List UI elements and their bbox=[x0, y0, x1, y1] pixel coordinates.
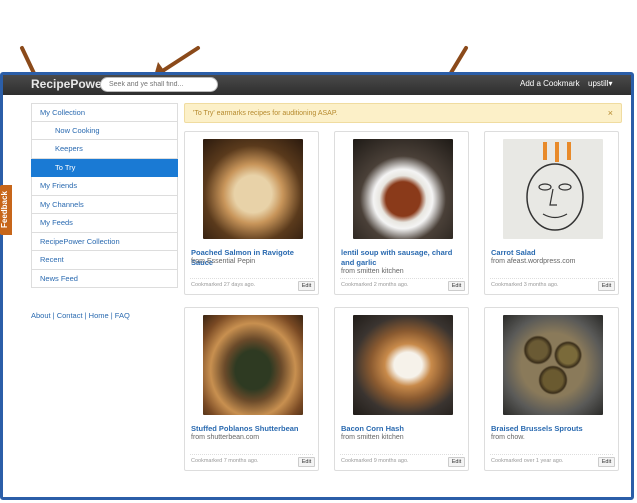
user-menu[interactable]: upstill▾ bbox=[588, 79, 612, 88]
sidebar-item-recent[interactable]: Recent bbox=[31, 251, 178, 270]
recipe-thumbnail[interactable] bbox=[353, 315, 453, 415]
feedback-tab[interactable]: Feedback bbox=[0, 185, 12, 235]
recipe-thumbnail[interactable] bbox=[203, 315, 303, 415]
divider bbox=[190, 278, 313, 279]
recipe-title[interactable]: Carrot Salad bbox=[491, 248, 616, 258]
recipe-card[interactable]: Bacon Corn Hash from smitten kitchen Coo… bbox=[334, 307, 469, 471]
close-icon[interactable]: × bbox=[608, 108, 613, 118]
cookmark-date: Cookmarked 2 months ago. bbox=[341, 282, 409, 288]
info-alert: 'To Try' earmarks recipes for auditionin… bbox=[184, 103, 622, 123]
sidebar-item-recipepower-collection[interactable]: RecipePower Collection bbox=[31, 232, 178, 251]
add-cookmark-link[interactable]: Add a Cookmark bbox=[520, 79, 580, 88]
cookmark-date: Cookmarked 27 days ago. bbox=[191, 282, 256, 288]
alert-text: 'To Try' earmarks recipes for auditionin… bbox=[193, 110, 338, 117]
recipe-source: from afeast.wordpress.com bbox=[491, 258, 576, 265]
user-menu-label: upstill bbox=[588, 79, 609, 88]
cookmark-date: Cookmarked 3 months ago. bbox=[491, 282, 559, 288]
edit-button[interactable]: Edit bbox=[448, 281, 465, 291]
divider bbox=[490, 278, 613, 279]
edit-button[interactable]: Edit bbox=[598, 457, 615, 467]
recipe-thumbnail[interactable] bbox=[503, 315, 603, 415]
cookmark-date: Cookmarked 9 months ago. bbox=[341, 458, 409, 464]
top-navbar: RecipePower Add a Cookmark upstill▾ bbox=[3, 75, 631, 95]
edit-button[interactable]: Edit bbox=[298, 281, 315, 291]
edit-button[interactable]: Edit bbox=[598, 281, 615, 291]
recipe-card[interactable]: Poached Salmon in Ravigote Sauce from Es… bbox=[184, 131, 319, 295]
recipe-thumbnail[interactable] bbox=[353, 139, 453, 239]
recipe-thumbnail[interactable] bbox=[203, 139, 303, 239]
recipe-thumbnail[interactable] bbox=[503, 139, 603, 239]
chevron-down-icon: ▾ bbox=[608, 79, 613, 88]
sidebar-item-news-feed[interactable]: News Feed bbox=[31, 269, 178, 288]
divider bbox=[340, 454, 463, 455]
recipe-card[interactable]: Stuffed Poblanos Shutterbean from shutte… bbox=[184, 307, 319, 471]
sidebar-item-now-cooking[interactable]: Now Cooking bbox=[31, 121, 178, 140]
sidebar-item-my-channels[interactable]: My Channels bbox=[31, 195, 178, 214]
divider bbox=[190, 454, 313, 455]
edit-button[interactable]: Edit bbox=[298, 457, 315, 467]
divider bbox=[490, 454, 613, 455]
brand-logo[interactable]: RecipePower bbox=[31, 77, 106, 91]
edit-button[interactable]: Edit bbox=[448, 457, 465, 467]
footer-links[interactable]: About | Contact | Home | FAQ bbox=[31, 311, 130, 320]
recipe-card[interactable]: Braised Brussels Sprouts from chow. Cook… bbox=[484, 307, 619, 471]
recipe-card[interactable]: lentil soup with sausage, chard and garl… bbox=[334, 131, 469, 295]
recipe-source: from shutterbean.com bbox=[191, 434, 260, 441]
recipe-source: from Essential Pepin bbox=[191, 258, 256, 265]
sidebar-item-my-collection[interactable]: My Collection bbox=[31, 103, 178, 122]
sidebar-nav: My Collection Now Cooking Keepers To Try… bbox=[31, 103, 178, 288]
recipe-title[interactable]: lentil soup with sausage, chard and garl… bbox=[341, 248, 466, 268]
cookmark-date: Cookmarked over 1 year ago. bbox=[491, 458, 564, 464]
divider bbox=[340, 278, 463, 279]
sidebar-item-keepers[interactable]: Keepers bbox=[31, 140, 178, 159]
sidebar-item-my-friends[interactable]: My Friends bbox=[31, 177, 178, 196]
sidebar-item-my-feeds[interactable]: My Feeds bbox=[31, 214, 178, 233]
app-window: RecipePower Add a Cookmark upstill▾ Feed… bbox=[0, 72, 634, 500]
recipe-source: from smitten kitchen bbox=[341, 268, 404, 275]
sidebar-item-to-try[interactable]: To Try bbox=[31, 158, 178, 177]
cookmark-date: Cookmarked 7 months ago. bbox=[191, 458, 259, 464]
recipe-source: from smitten kitchen bbox=[341, 434, 404, 441]
recipe-source: from chow. bbox=[491, 434, 525, 441]
search-input[interactable] bbox=[100, 77, 218, 92]
recipe-title[interactable]: Bacon Corn Hash bbox=[341, 424, 466, 434]
recipe-title[interactable]: Braised Brussels Sprouts bbox=[491, 424, 616, 434]
recipe-title[interactable]: Stuffed Poblanos Shutterbean bbox=[191, 424, 316, 434]
recipe-card[interactable]: Carrot Salad from afeast.wordpress.com C… bbox=[484, 131, 619, 295]
